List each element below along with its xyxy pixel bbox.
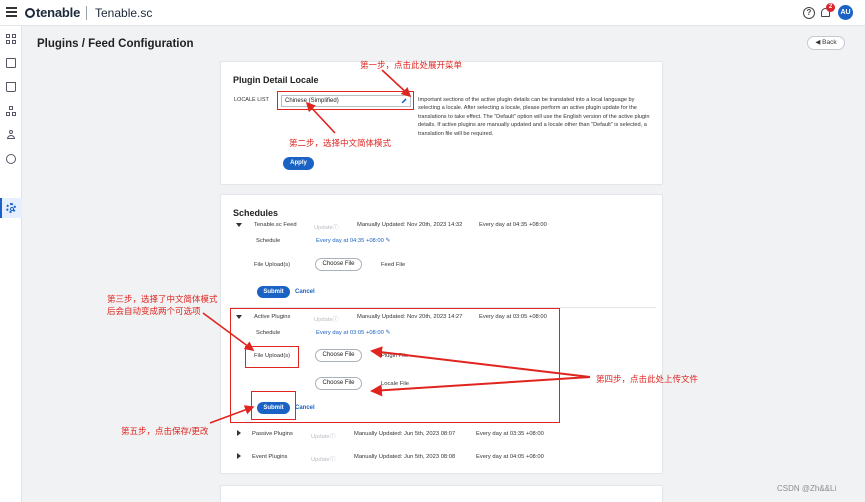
sidebar	[0, 26, 22, 502]
annotation-step3-line2: 后会自动变成两个可选项	[107, 306, 201, 316]
locale-description: Important sections of the active plugin …	[418, 97, 650, 137]
passive-plugins-manual-update: Manually Updated: Jun 5th, 2023 08:07	[354, 431, 456, 437]
gear-icon[interactable]	[6, 203, 16, 213]
locale-card-title: Plugin Detail Locale	[233, 75, 319, 85]
brand-logo[interactable]: tenable	[25, 5, 80, 20]
tenable-feed-file-upload-label: File Upload(s)	[254, 262, 291, 268]
avatar[interactable]: AU	[838, 5, 853, 20]
passive-plugins-frequency: Every day at 03:35 +08:00	[476, 431, 544, 437]
brand-divider	[86, 6, 87, 20]
assets-icon[interactable]	[6, 106, 16, 116]
passive-plugins-name: Passive Plugins	[252, 431, 293, 437]
apply-button[interactable]: Apply	[283, 157, 314, 170]
passive-plugins-update-link: Updateⓘ	[311, 434, 336, 440]
scans-icon[interactable]	[6, 58, 16, 68]
annotation-step2: 第二步，选择中文简体模式	[289, 138, 392, 148]
annotation-step3-line1: 第三步，选择了中文简体模式	[107, 294, 218, 304]
product-name: Tenable.sc	[95, 6, 153, 20]
tenable-feed-schedule-label: Schedule	[256, 238, 281, 244]
schedules-title: Schedules	[233, 208, 279, 218]
event-plugins-manual-update: Manually Updated: Jun 5th, 2023 08:08	[354, 454, 456, 460]
event-plugins-update-link: Updateⓘ	[311, 457, 336, 463]
tenable-feed-update-link: Updateⓘ	[314, 225, 339, 231]
tenable-feed-submit-button[interactable]: Submit	[257, 286, 290, 298]
menu-icon[interactable]	[6, 7, 17, 19]
annotation-step4: 第四步，点击此处上传文件	[596, 374, 699, 384]
watermark: CSDN @Zh&&Li	[777, 484, 837, 493]
expand-passive-plugins-icon[interactable]	[237, 430, 241, 436]
repositories-icon[interactable]	[6, 82, 16, 92]
annotation-box-file-upload	[245, 346, 299, 368]
top-bar: tenable Tenable.sc ? 2 AU	[0, 0, 865, 26]
annotation-box-submit	[251, 391, 296, 420]
help-icon[interactable]: ?	[803, 7, 815, 19]
page-title: Plugins / Feed Configuration	[37, 38, 194, 50]
monitoring-icon[interactable]	[6, 154, 16, 164]
tenable-feed-name: Tenable.sc Feed	[254, 222, 297, 228]
annotation-step5: 第五步，点击保存/更改	[121, 426, 209, 436]
tenable-feed-schedule-link[interactable]: Every day at 04:35 +08:00 ✎	[316, 238, 390, 244]
expand-event-plugins-icon[interactable]	[237, 453, 241, 459]
collapse-tenable-feed-icon[interactable]	[236, 223, 242, 227]
tenable-feed-choose-file-button[interactable]: Choose File	[315, 258, 362, 271]
annotation-box-locale-select	[277, 91, 414, 110]
feed-file-label: Feed File	[381, 262, 406, 268]
brand-logo-mark	[25, 8, 35, 18]
event-plugins-frequency: Every day at 04:05 +08:00	[476, 454, 544, 460]
notification-badge: 2	[826, 3, 835, 12]
tenable-feed-manual-update: Manually Updated: Nov 20th, 2023 14:32	[357, 222, 463, 228]
next-card	[220, 485, 663, 502]
back-button[interactable]: ◀ Back	[807, 36, 845, 50]
locale-list-label: LOCALE LIST	[234, 97, 269, 103]
users-icon[interactable]	[6, 130, 16, 140]
dashboard-icon[interactable]	[6, 34, 16, 44]
tenable-feed-frequency: Every day at 04:35 +08:00	[479, 222, 547, 228]
event-plugins-name: Event Plugins	[252, 454, 288, 460]
tenable-feed-cancel-link[interactable]: Cancel	[295, 289, 315, 295]
annotation-step1: 第一步，点击此处展开菜单	[360, 60, 463, 70]
pencil-icon: ✎	[385, 238, 391, 244]
